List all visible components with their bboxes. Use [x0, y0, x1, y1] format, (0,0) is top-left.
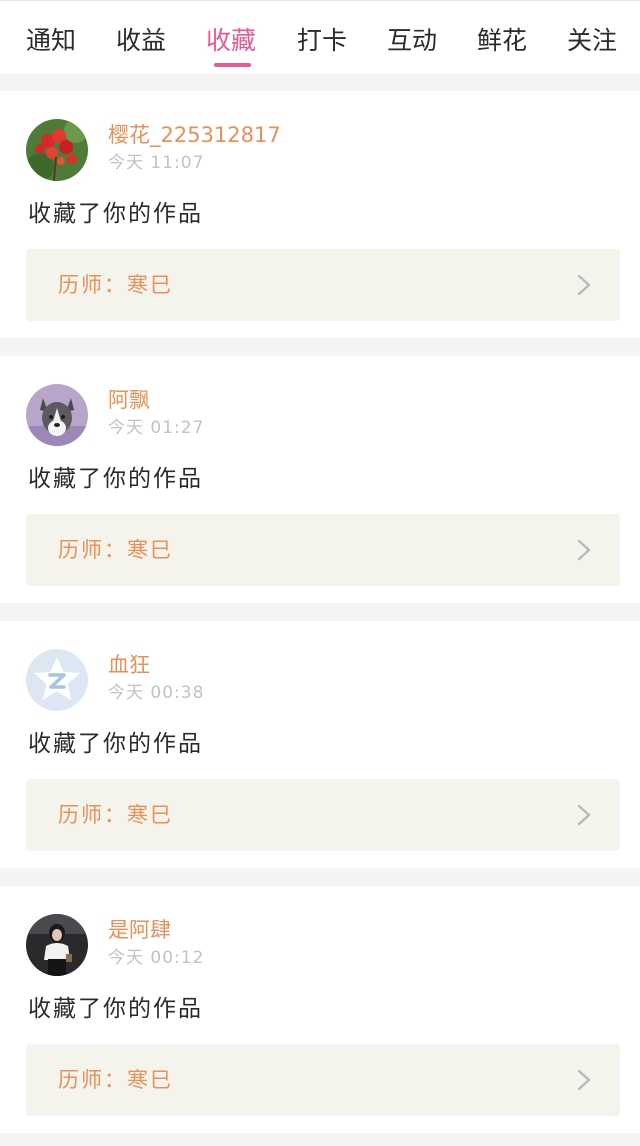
list-item: 是阿肆 今天 00:12 收藏了你的作品 历师：寒巳: [0, 886, 640, 1133]
work-title: 历师：寒巳: [58, 1068, 173, 1092]
timestamp: 今天 01:27: [108, 418, 205, 438]
timestamp: 今天 00:12: [108, 948, 205, 968]
work-title: 历师：寒巳: [58, 803, 173, 827]
work-link[interactable]: 历师：寒巳: [26, 249, 620, 321]
list-item: 阿飘 今天 01:27 收藏了你的作品 历师：寒巳: [0, 356, 640, 603]
tab-follows[interactable]: 关注: [567, 23, 617, 63]
list-item: 樱花_225312817 今天 11:07 收藏了你的作品 历师：寒巳: [0, 91, 640, 338]
action-text: 收藏了你的作品: [28, 466, 203, 492]
red-berries-avatar[interactable]: [26, 119, 88, 181]
chevron-right-icon: [574, 803, 594, 827]
username[interactable]: 是阿肆: [108, 916, 171, 944]
girl-photo-avatar[interactable]: [26, 914, 88, 976]
default-star-avatar[interactable]: [26, 649, 88, 711]
work-link[interactable]: 历师：寒巳: [26, 514, 620, 586]
chevron-right-icon: [574, 1068, 594, 1092]
work-link[interactable]: 历师：寒巳: [26, 779, 620, 851]
tab-flowers[interactable]: 鲜花: [477, 23, 527, 63]
work-title: 历师：寒巳: [58, 538, 173, 562]
timestamp: 今天 00:38: [108, 683, 205, 703]
chevron-right-icon: [574, 273, 594, 297]
tab-favorites[interactable]: 收藏: [206, 23, 256, 63]
action-text: 收藏了你的作品: [28, 731, 203, 757]
action-text: 收藏了你的作品: [28, 996, 203, 1022]
tab-earnings[interactable]: 收益: [116, 23, 166, 63]
list-item: 血狂 今天 00:38 收藏了你的作品 历师：寒巳: [0, 621, 640, 868]
tab-interactions[interactable]: 互动: [387, 23, 437, 63]
action-text: 收藏了你的作品: [28, 201, 203, 227]
husky-dog-avatar[interactable]: [26, 384, 88, 446]
active-tab-indicator: [214, 63, 251, 67]
work-title: 历师：寒巳: [58, 273, 173, 297]
timestamp: 今天 11:07: [108, 153, 205, 173]
username[interactable]: 阿飘: [108, 386, 150, 414]
work-link[interactable]: 历师：寒巳: [26, 1044, 620, 1116]
username[interactable]: 樱花_225312817: [108, 121, 281, 149]
username[interactable]: 血狂: [108, 651, 150, 679]
tab-notifications[interactable]: 通知: [26, 23, 76, 63]
tab-bar: 通知 收益 收藏 打卡 互动 鲜花 关注: [0, 0, 640, 74]
chevron-right-icon: [574, 538, 594, 562]
tab-checkin[interactable]: 打卡: [297, 23, 347, 63]
favorites-page: 通知 收益 收藏 打卡 互动 鲜花 关注 樱花_225312817 今天 11:…: [0, 0, 640, 1146]
